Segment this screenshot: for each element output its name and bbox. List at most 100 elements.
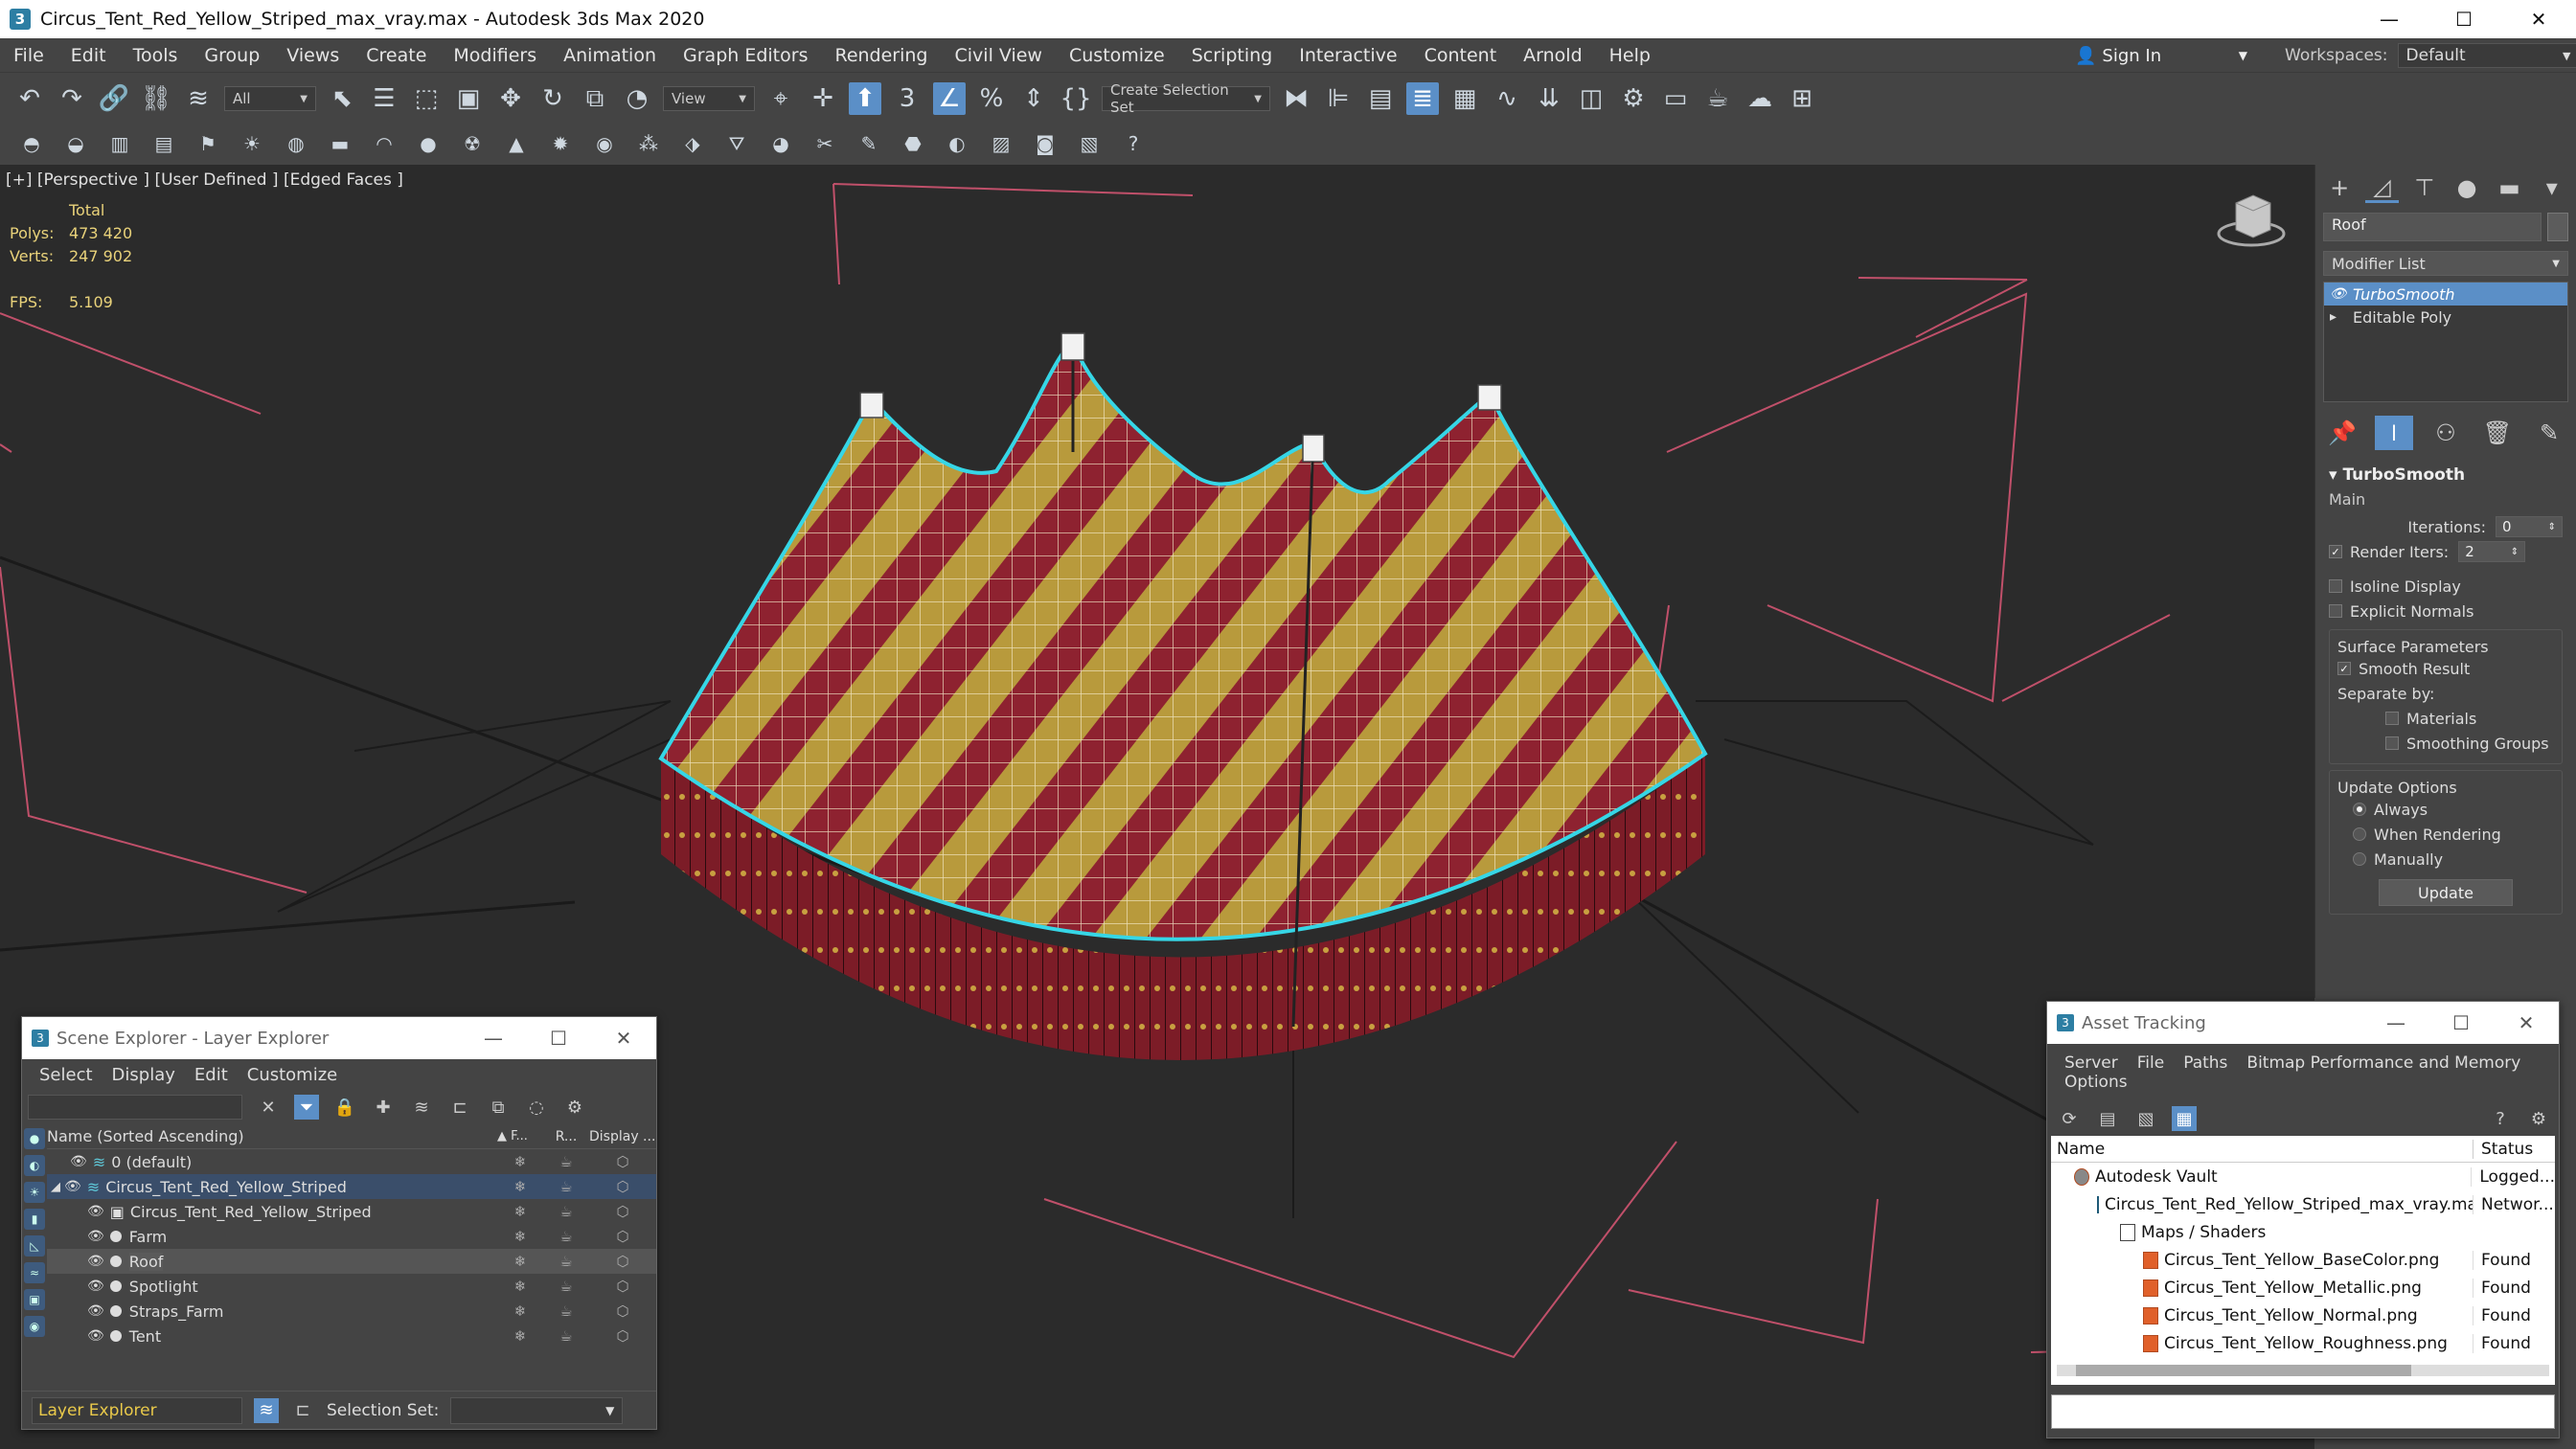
select-manipulate-icon[interactable]: ✛ (807, 82, 839, 115)
motion-tab-icon[interactable]: ● (2451, 172, 2483, 203)
list-view-icon[interactable]: ▤ (2095, 1106, 2120, 1131)
curve-editor-icon[interactable]: ∿ (1491, 82, 1523, 115)
vray-decal-icon[interactable]: ✎ (856, 131, 881, 156)
menu-customize[interactable]: Customize (238, 1065, 347, 1085)
display-icon[interactable]: ⬡ (589, 1302, 656, 1320)
table-row[interactable]: Circus_Tent_Yellow_Metallic.png Found (2051, 1274, 2555, 1302)
eye-icon[interactable]: 👁 (70, 1154, 87, 1169)
rendered-frame-window-icon[interactable]: ▭ (1659, 82, 1692, 115)
snaps-toggle-icon[interactable]: 3 (891, 82, 923, 115)
vray-mesh-export-icon[interactable]: ◍ (284, 131, 308, 156)
remove-modifier-icon[interactable]: 🗑 (2478, 416, 2517, 450)
menu-civil-view[interactable]: Civil View (942, 45, 1056, 66)
filter-icon[interactable]: ⏷ (294, 1095, 319, 1120)
close-button[interactable]: ✕ (591, 1027, 656, 1050)
selection-filter-dropdown[interactable]: All ▼ (224, 86, 316, 111)
vray-vfb-icon[interactable]: ▤ (151, 131, 176, 156)
view-cube[interactable] (2217, 194, 2286, 247)
table-view-icon[interactable]: ▦ (2172, 1106, 2197, 1131)
display-icon[interactable]: ⬡ (589, 1153, 656, 1170)
freeze-icon[interactable]: ❄ (497, 1203, 543, 1220)
modify-tab-icon[interactable]: ◿ (2365, 172, 2399, 203)
vray-frame-buffer-icon[interactable]: ▥ (107, 131, 132, 156)
horizontal-scrollbar[interactable] (2057, 1365, 2549, 1376)
vray-fur-icon[interactable]: ⁂ (636, 131, 661, 156)
scene-explorer-titlebar[interactable]: 3 Scene Explorer - Layer Explorer — ☐ ✕ (22, 1017, 656, 1059)
display-icon[interactable]: ⬡ (589, 1228, 656, 1245)
menu-animation[interactable]: Animation (550, 45, 670, 66)
clear-search-icon[interactable]: ✕ (256, 1095, 281, 1120)
eye-icon[interactable]: 👁 (87, 1229, 104, 1244)
manually-radio[interactable] (2353, 852, 2366, 866)
menu-server[interactable]: Server (2055, 1053, 2128, 1073)
reference-coordinate-dropdown[interactable]: View ▼ (663, 86, 755, 111)
explorer-dropdown[interactable]: Layer Explorer (32, 1396, 242, 1424)
toggle-scene-explorer-icon[interactable]: ▤ (1364, 82, 1397, 115)
toggle-layer-explorer-icon[interactable]: ≣ (1406, 82, 1439, 115)
add-to-layer-icon[interactable]: ✚ (371, 1095, 396, 1120)
vray-material-icon[interactable]: ◐ (945, 131, 969, 156)
mirror-icon[interactable]: ⧓ (1280, 82, 1312, 115)
display-icon[interactable]: ⬡ (589, 1278, 656, 1295)
spinner-snap-icon[interactable]: ⇕ (1017, 82, 1050, 115)
viewport-label[interactable]: [+] [Perspective ] [User Defined ] [Edge… (6, 170, 403, 190)
angle-snap-icon[interactable]: ∠ (933, 82, 966, 115)
render-icon[interactable]: ☕ (543, 1253, 589, 1270)
show-end-result-icon[interactable]: ⏽ (2375, 416, 2413, 450)
select-object-icon[interactable]: ⬉ (326, 82, 358, 115)
table-row[interactable]: Circus_Tent_Yellow_Roughness.png Found (2051, 1329, 2555, 1357)
display-lights-icon[interactable]: ☀ (24, 1182, 45, 1203)
render-icon[interactable]: ☕ (543, 1327, 589, 1345)
table-row[interactable]: Circus_Tent_Yellow_BaseColor.png Found (2051, 1246, 2555, 1274)
align-icon[interactable]: ⊫ (1322, 82, 1355, 115)
table-row[interactable]: ◢ 👁 ≋ Circus_Tent_Red_Yellow_Striped ❄ ☕ ⬡ (47, 1174, 656, 1199)
display-icon[interactable]: ⬡ (589, 1203, 656, 1220)
scene-explorer-icon[interactable]: ⊏ (290, 1398, 315, 1423)
vray-converter-icon[interactable]: ▧ (1077, 131, 1102, 156)
vray-ipr-icon[interactable]: ◒ (63, 131, 88, 156)
freeze-icon[interactable]: ❄ (497, 1253, 543, 1270)
menu-interactive[interactable]: Interactive (1286, 45, 1410, 66)
freeze-icon[interactable]: ❄ (497, 1178, 543, 1195)
stack-item-editable-poly[interactable]: ▸ Editable Poly (2324, 306, 2567, 328)
menu-arnold[interactable]: Arnold (1510, 45, 1595, 66)
display-tab-icon[interactable]: ▬ (2493, 172, 2525, 203)
workspaces-dropdown[interactable]: Default ▼ (2397, 43, 2576, 68)
vray-clipper-icon[interactable]: ✂ (812, 131, 837, 156)
percent-snap-icon[interactable]: % (975, 82, 1008, 115)
vray-dome-light-icon[interactable]: ◠ (372, 131, 397, 156)
menu-modifiers[interactable]: Modifiers (440, 45, 550, 66)
menu-views[interactable]: Views (273, 45, 353, 66)
table-row[interactable]: 👁 Straps_Farm ❄ ☕ ⬡ (47, 1299, 656, 1324)
close-button[interactable]: ✕ (2494, 1011, 2559, 1034)
freeze-icon[interactable]: ❄ (497, 1327, 543, 1345)
modifier-list-dropdown[interactable]: Modifier List ▼ (2323, 251, 2568, 276)
eye-icon[interactable]: 👁 (87, 1303, 104, 1319)
sync-icon[interactable]: ⚙ (562, 1095, 587, 1120)
undo-icon[interactable]: ↶ (13, 82, 46, 115)
display-geometry-icon[interactable]: ◐ (24, 1155, 45, 1176)
create-selection-set-dropdown[interactable]: Create Selection Set ▼ (1102, 81, 1270, 116)
menu-help[interactable]: Help (1596, 45, 1664, 66)
settings-icon[interactable]: ⚙ (2526, 1106, 2551, 1131)
select-scale-icon[interactable]: ⧉ (579, 82, 611, 115)
pin-stack-icon[interactable]: 📌 (2323, 416, 2361, 450)
vray-material-library-icon[interactable]: ▨ (989, 131, 1014, 156)
table-row[interactable]: 👁 Roof ❄ ☕ ⬡ (47, 1249, 656, 1274)
help-icon[interactable]: ? (2488, 1106, 2513, 1131)
refresh-icon[interactable]: ⟳ (2057, 1106, 2082, 1131)
vray-sphere-light-icon[interactable]: ● (416, 131, 441, 156)
table-row[interactable]: Circus_Tent_Yellow_Normal.png Found (2051, 1302, 2555, 1329)
display-column-header[interactable]: Display ... (589, 1129, 656, 1144)
render-setup-icon[interactable]: ⚙ (1617, 82, 1650, 115)
select-rotate-icon[interactable]: ↻ (536, 82, 569, 115)
menu-customize[interactable]: Customize (1056, 45, 1178, 66)
menu-edit[interactable]: Edit (57, 45, 120, 66)
menu-group[interactable]: Group (191, 45, 273, 66)
unlink-icon[interactable]: ⛓ (140, 82, 172, 115)
asset-path-field[interactable] (2051, 1394, 2555, 1429)
smooth-result-checkbox[interactable]: ✓ (2337, 662, 2351, 675)
maximize-button[interactable]: ☐ (526, 1027, 591, 1050)
display-icon[interactable]: ⬡ (589, 1327, 656, 1345)
display-groups-icon[interactable]: ▣ (24, 1289, 45, 1310)
